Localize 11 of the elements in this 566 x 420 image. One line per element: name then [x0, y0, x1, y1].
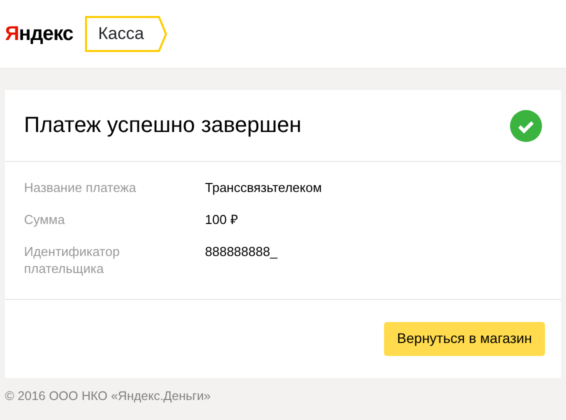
service-tab[interactable]: Касса: [85, 16, 168, 52]
field-label: Идентификатор плательщика: [24, 244, 121, 278]
field-value: Транссвязьтелеком: [205, 180, 322, 197]
field-value: 888888888_: [205, 244, 278, 261]
field-label: Название платежа: [24, 180, 138, 197]
logo: Яндекс: [5, 22, 74, 47]
page-title: Платеж успешно завершен: [24, 112, 302, 139]
return-to-shop-button[interactable]: Вернуться в магазин: [384, 322, 545, 356]
field-value: 100 ₽: [205, 212, 238, 229]
copyright-text: © 2016 ООО НКО «Яндекс.Деньги»: [4, 388, 212, 405]
field-label: Сумма: [24, 212, 66, 229]
